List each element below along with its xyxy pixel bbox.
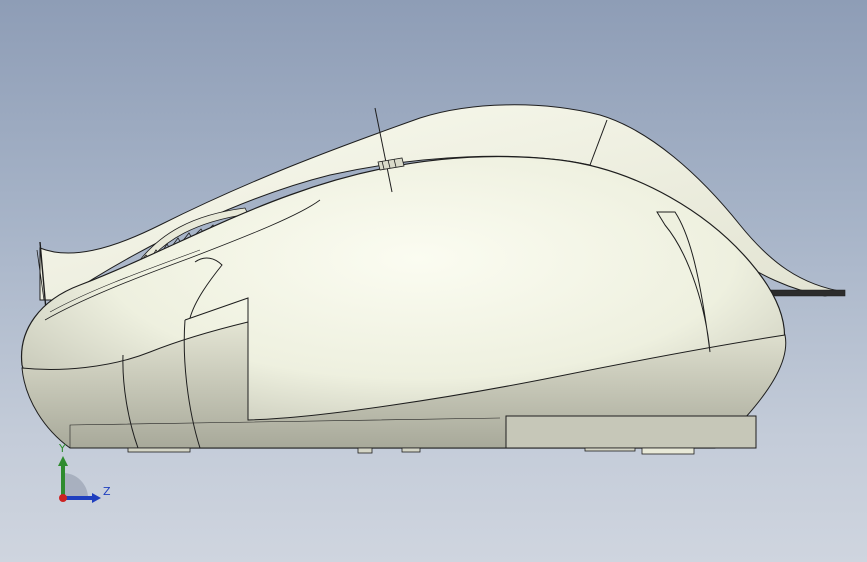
foot-front [127, 447, 191, 453]
coordinate-triad: Y Z [50, 440, 120, 510]
battery-door [505, 415, 757, 449]
y-axis-label: Y [59, 442, 66, 455]
foot-rear [584, 447, 636, 452]
foot-mid-2 [401, 447, 421, 453]
rear-ledge [769, 289, 846, 297]
cad-viewport[interactable]: Y Z [0, 0, 867, 562]
z-axis-label: Z [103, 485, 111, 498]
foot-mid-1 [357, 447, 373, 454]
foot-rear-2 [641, 447, 695, 455]
mouse-model[interactable] [0, 0, 867, 562]
